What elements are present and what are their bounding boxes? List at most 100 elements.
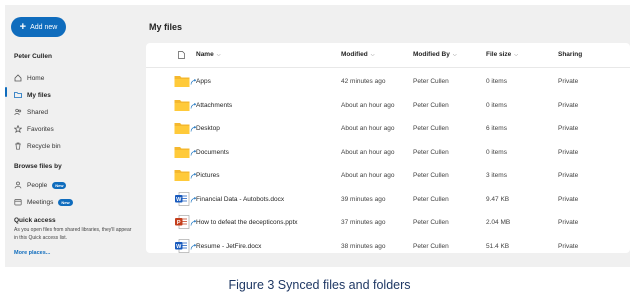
file-name[interactable]: Attachments	[196, 102, 232, 109]
folder-icon	[174, 98, 190, 112]
sidebar-item-favorites[interactable]: Favorites	[14, 123, 54, 135]
add-new-label: Add new	[30, 23, 58, 31]
modified-date: 37 minutes ago	[341, 219, 386, 226]
sharing-status: Private	[558, 242, 579, 250]
sharing-status: Private	[558, 101, 579, 109]
meetings-icon	[14, 198, 22, 206]
quick-access-description: As you open files from shared libraries,…	[14, 227, 132, 241]
sidebar-item-recycle-bin[interactable]: Recycle bin	[14, 140, 61, 152]
sharing-status: Private	[558, 195, 579, 203]
sharing-status: Private	[558, 172, 579, 179]
modified-column-header[interactable]: Modified ⌵	[341, 51, 375, 58]
modified-date: 42 minutes ago	[341, 78, 386, 85]
sidebar-item-label: People	[27, 181, 48, 189]
figure-caption: Figure 3 Synced files and folders	[228, 278, 411, 292]
quick-access-heading: Quick access	[14, 217, 56, 224]
modified-date: About an hour ago	[341, 148, 395, 156]
svg-text:P: P	[177, 220, 181, 226]
file-name[interactable]: Resume - JetFire.docx	[196, 243, 261, 250]
sidebar-item-home[interactable]: Home	[14, 72, 44, 84]
sidebar-item-my-files[interactable]: My files	[14, 89, 51, 101]
file-row[interactable]: Documents About an hour ago Peter Cullen 0 …	[146, 142, 630, 165]
sidebar-item-label: Meetings	[27, 198, 54, 206]
powerpoint-file-icon: P	[174, 215, 190, 229]
sidebar-item-shared[interactable]: Shared	[14, 106, 48, 118]
modified-by-column-header[interactable]: Modified By ⌵	[413, 51, 457, 58]
name-column-header[interactable]: Name ⌵	[196, 51, 221, 58]
folder-icon	[174, 121, 190, 135]
add-new-button[interactable]: + Add new	[11, 17, 66, 37]
file-name[interactable]: Financial Data - Autobots.docx	[196, 196, 284, 203]
file-list-header: Name ⌵ Modified ⌵ Modified By ⌵ File siz…	[146, 43, 630, 68]
modified-by: Peter Cullen	[413, 242, 449, 250]
sidebar-item-label: Home	[27, 74, 45, 82]
modified-date: About an hour ago	[341, 101, 395, 109]
file-size: 0 items	[486, 78, 507, 85]
folder-icon	[174, 168, 190, 182]
name-column-label: Name	[196, 51, 214, 58]
file-row[interactable]: W Resume - JetFire.docx 38 minutes ago Pete…	[146, 236, 630, 259]
user-name: Peter Cullen	[14, 53, 52, 60]
file-size: 3 items	[486, 172, 507, 179]
file-row[interactable]: Attachments About an hour ago Peter Cullen…	[146, 95, 630, 118]
modified-date: 38 minutes ago	[341, 242, 386, 250]
sidebar-item-label: My files	[27, 91, 51, 99]
file-size: 9.47 KB	[486, 195, 510, 203]
file-row[interactable]: Apps 42 minutes ago Peter Cullen 0 items Pri…	[146, 71, 630, 94]
file-name[interactable]: How to defeat the decepticons.pptx	[196, 219, 298, 226]
sidebar-item-meetings[interactable]: Meetings New	[14, 196, 73, 208]
file-size: 2.04 MB	[486, 219, 511, 226]
file-name[interactable]: Apps	[196, 78, 211, 85]
sharing-column-label: Sharing	[558, 51, 583, 58]
sidebar-item-people[interactable]: People New	[14, 179, 67, 191]
active-indicator	[5, 87, 7, 97]
modified-date: 39 minutes ago	[341, 195, 386, 203]
main-content: My files Name ⌵ Modified ⌵ Modified By ⌵	[146, 5, 630, 267]
word-file-icon: W	[174, 238, 190, 253]
modified-by: Peter Cullen	[413, 219, 449, 226]
file-size: 51.4 KB	[486, 242, 510, 250]
modified-by: Peter Cullen	[413, 172, 449, 179]
file-name[interactable]: Pictures	[196, 172, 219, 179]
onedrive-app: + Add new Peter Cullen Home My files Sha…	[5, 5, 630, 267]
file-size: 0 items	[486, 101, 507, 109]
sharing-column-header[interactable]: Sharing	[558, 51, 582, 58]
file-list: Name ⌵ Modified ⌵ Modified By ⌵ File siz…	[146, 43, 630, 253]
file-row[interactable]: P How to defeat the decepticons.pptx 37 mi…	[146, 212, 630, 235]
file-size-column-label: File size	[486, 51, 512, 58]
file-name[interactable]: Documents	[196, 149, 229, 156]
browse-files-heading: Browse files by	[14, 163, 62, 170]
person-icon	[14, 181, 22, 189]
sidebar: + Add new Peter Cullen Home My files Sha…	[5, 5, 145, 267]
chevron-down-icon: ⌵	[514, 51, 519, 58]
new-badge: New	[52, 181, 67, 189]
modified-date: About an hour ago	[341, 172, 395, 179]
modified-by: Peter Cullen	[413, 125, 449, 132]
file-row[interactable]: W Financial Data - Autobots.docx 39 minute…	[146, 189, 630, 212]
home-icon	[14, 74, 22, 82]
file-row[interactable]: Pictures About an hour ago Peter Cullen 3 i…	[146, 165, 630, 188]
sidebar-item-label: Shared	[27, 108, 48, 116]
modified-by: Peter Cullen	[413, 101, 449, 109]
sharing-status: Private	[558, 148, 579, 156]
sharing-status: Private	[558, 78, 579, 85]
sharing-status: Private	[558, 125, 579, 132]
file-name[interactable]: Desktop	[196, 125, 220, 132]
plus-icon: +	[19, 20, 27, 33]
sidebar-item-label: Recycle bin	[27, 142, 61, 150]
chevron-down-icon: ⌵	[216, 51, 221, 58]
chevron-down-icon: ⌵	[452, 51, 457, 58]
people-icon	[14, 108, 22, 116]
file-size: 6 items	[486, 125, 507, 132]
file-size-column-header[interactable]: File size ⌵	[486, 51, 518, 58]
trash-icon	[14, 142, 22, 150]
file-row[interactable]: Desktop About an hour ago Peter Cullen 6 it…	[146, 118, 630, 141]
modified-column-label: Modified	[341, 51, 368, 58]
svg-text:W: W	[176, 243, 182, 249]
file-type-column-header[interactable]	[178, 51, 185, 59]
svg-text:W: W	[176, 196, 182, 202]
more-places-link[interactable]: More places...	[14, 250, 50, 256]
folder-icon	[174, 74, 190, 88]
folder-icon	[14, 91, 22, 99]
file-type-icon	[178, 51, 185, 59]
